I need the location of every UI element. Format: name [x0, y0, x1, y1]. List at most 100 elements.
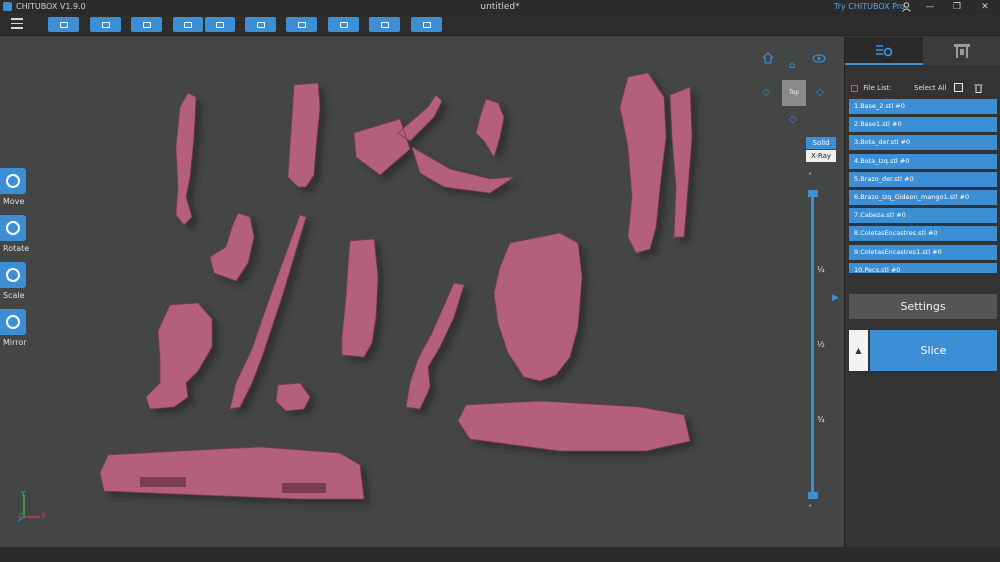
model-base-round[interactable]	[457, 400, 691, 452]
select-all-checkbox[interactable]	[954, 83, 963, 92]
axis-y-label: Y	[21, 490, 26, 498]
model-boot-left[interactable]	[287, 82, 321, 188]
model-arm-right[interactable]	[175, 92, 197, 226]
scale-tool-button[interactable]	[0, 262, 26, 288]
minimize-button[interactable]: —	[921, 0, 939, 14]
arrange-icon	[297, 21, 306, 28]
chitubox-window: CHITUBOX V1.9.0 untitled* Try CHITUBOX P…	[0, 0, 1000, 562]
file-list-item[interactable]: 1.Base_2.stl #0	[849, 99, 997, 114]
status-bar	[0, 547, 1000, 562]
scale-icon	[6, 268, 20, 282]
file-list-item[interactable]: 4.Bota_Izq.stl #0	[849, 153, 997, 169]
arrange-button[interactable]	[286, 17, 317, 32]
file-list-item[interactable]: 3.Bota_der.stl #0	[849, 135, 997, 151]
build-plate-scene	[99, 72, 693, 500]
file-settings-icon	[876, 45, 893, 57]
main-toolbar	[0, 14, 1000, 36]
model-head[interactable]	[145, 302, 213, 410]
slider-up-chevron-icon[interactable]: ˄	[808, 504, 812, 513]
redo-button[interactable]	[205, 17, 235, 32]
settings-button[interactable]: Settings	[849, 294, 997, 319]
slider-mark-quarter: ¼	[817, 265, 825, 274]
axis-z-label: Z	[18, 512, 23, 520]
menu-icon[interactable]	[11, 18, 23, 30]
open-file-button[interactable]	[48, 17, 79, 32]
file-list-item[interactable]: 9.ColetasEncastres1.stl #0	[849, 244, 997, 260]
try-pro-link[interactable]: Try CHITUBOX Pro	[834, 2, 905, 11]
solid-mode-button[interactable]: Solid	[806, 137, 836, 149]
user-icon[interactable]	[902, 2, 911, 12]
file-list-header: File List: Select All	[851, 83, 999, 93]
mirror-label: Mirror	[3, 338, 27, 347]
rotate-label: Rotate	[3, 244, 30, 253]
save-button[interactable]	[90, 17, 121, 32]
model-leg[interactable]	[619, 72, 693, 254]
file-list-item[interactable]: 10.Pecs.stl #0	[849, 262, 997, 273]
maximize-button[interactable]: ❐	[948, 0, 966, 14]
viewport-3d[interactable]: Move Rotate Scale Mirror ⌂ ◇ ◇ ◇ Top Sol…	[0, 37, 844, 547]
support-button[interactable]	[328, 17, 359, 32]
slider-mark-half: ½	[817, 340, 825, 349]
file-list-icon	[851, 84, 858, 92]
xray-mode-button[interactable]: X-Ray	[806, 150, 836, 162]
hollow-button[interactable]	[369, 17, 400, 32]
layer-slider-track[interactable]	[811, 193, 814, 496]
close-button[interactable]: ✕	[976, 0, 994, 14]
file-list-item[interactable]: 2.Base1.stl #0	[849, 117, 997, 133]
center-icon	[142, 21, 151, 28]
move-icon	[6, 174, 20, 188]
mirror-tool-button[interactable]	[0, 309, 26, 335]
undo-button[interactable]	[173, 17, 203, 32]
copy-icon	[256, 21, 265, 28]
slice-options-button[interactable]: ▲	[849, 330, 868, 371]
view-left-arrow-icon[interactable]: ◇	[762, 87, 770, 98]
right-panel: File List: Select All 1.Base_2.stl #0 2.…	[844, 37, 1000, 547]
file-list-item[interactable]: 6.Brazo_Izq_Gideon_mango1.stl #0	[849, 189, 997, 205]
support-icon	[339, 21, 348, 28]
print-icon	[422, 21, 431, 28]
scale-label: Scale	[3, 291, 25, 300]
home-view-icon[interactable]	[762, 52, 774, 64]
tab-file-settings[interactable]	[845, 37, 923, 65]
hollow-icon	[380, 21, 389, 28]
select-all-label: Select All	[914, 84, 947, 92]
mirror-icon	[6, 315, 20, 329]
delete-trash-icon[interactable]	[974, 83, 983, 93]
tab-printer[interactable]	[923, 37, 1000, 65]
view-right-arrow-icon[interactable]: ◇	[816, 87, 824, 98]
layer-slider-top-handle[interactable]	[808, 190, 818, 197]
print-button[interactable]	[411, 17, 442, 32]
view-up-arrow-icon[interactable]: ⌂	[789, 60, 795, 71]
panel-collapse-icon[interactable]: ▶	[832, 293, 842, 307]
rotate-tool-button[interactable]	[0, 215, 26, 241]
view-down-arrow-icon[interactable]: ◇	[789, 114, 797, 125]
file-list-item[interactable]: 5.Brazo_der.stl #0	[849, 171, 997, 187]
file-list-label: File List:	[863, 84, 892, 92]
slider-down-chevron-icon[interactable]: ˅	[808, 172, 812, 181]
copy-button[interactable]	[245, 17, 276, 32]
axis-x-label: X	[41, 512, 46, 520]
layer-slider-bottom-handle[interactable]	[808, 492, 818, 499]
move-tool-button[interactable]	[0, 168, 26, 194]
visibility-eye-icon[interactable]	[812, 54, 826, 63]
redo-icon	[216, 21, 224, 28]
title-bar: CHITUBOX V1.9.0 untitled* Try CHITUBOX P…	[0, 0, 1000, 14]
file-list[interactable]: 1.Base_2.stl #0 2.Base1.stl #0 3.Bota_de…	[849, 99, 997, 273]
model-hair-bun[interactable]	[275, 382, 311, 412]
printer-icon	[954, 44, 970, 58]
model-ponytail-2[interactable]	[209, 212, 255, 282]
slider-mark-three-quarter: ¾	[817, 415, 825, 424]
center-button[interactable]	[131, 17, 162, 32]
file-list-item[interactable]: 8.ColetasEncastres.stl #0	[849, 226, 997, 242]
file-list-item[interactable]: 7.Cabeza.stl #0	[849, 208, 997, 224]
open-file-icon	[59, 21, 68, 28]
slice-button[interactable]: Slice	[870, 330, 997, 371]
view-cube[interactable]: Top	[782, 80, 806, 106]
model-torso[interactable]	[493, 232, 583, 382]
model-ponytail-1[interactable]	[475, 98, 505, 158]
move-label: Move	[3, 197, 25, 206]
model-boot-right[interactable]	[341, 238, 379, 358]
save-icon	[101, 21, 110, 28]
undo-icon	[184, 21, 192, 28]
model-arm-handle[interactable]	[405, 282, 465, 410]
